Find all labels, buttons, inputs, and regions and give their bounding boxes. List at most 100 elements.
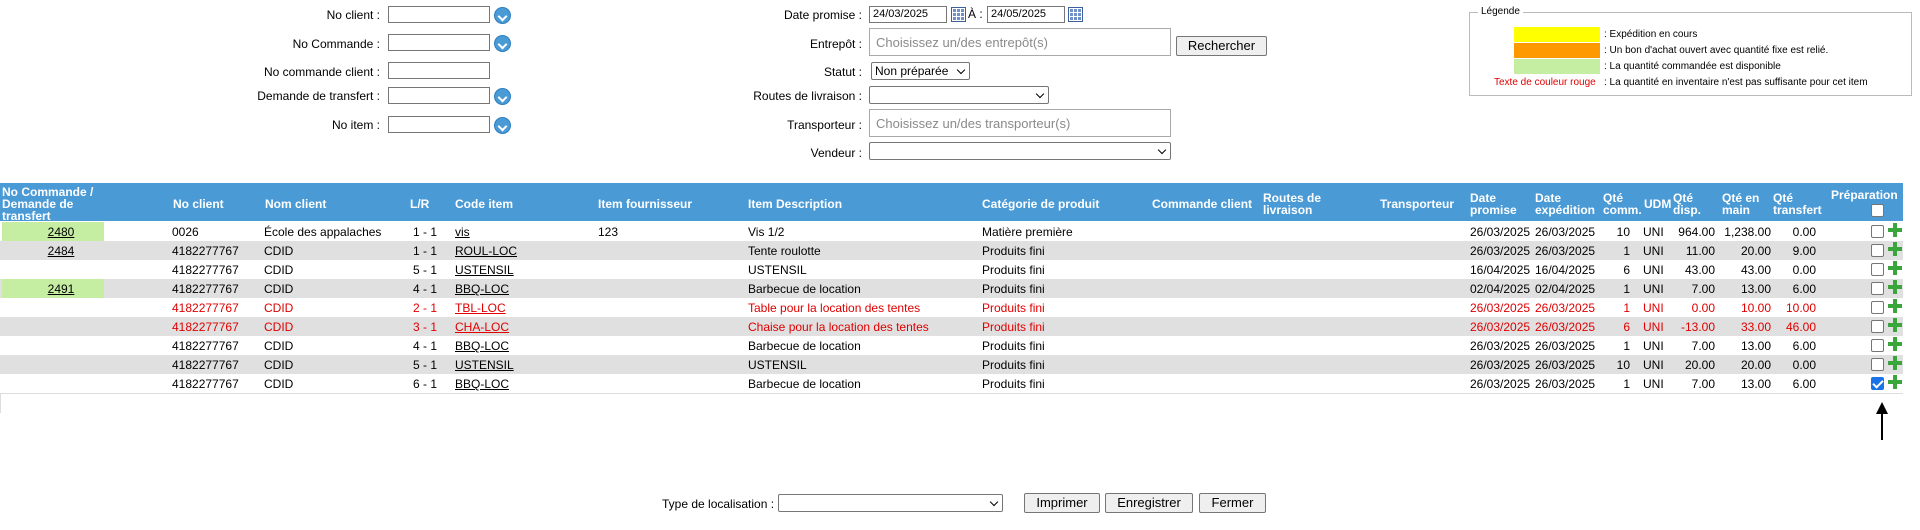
calendar-from-icon[interactable]: [951, 7, 966, 22]
routes-livraison-select[interactable]: [869, 86, 1049, 104]
no-commande-input[interactable]: [388, 34, 490, 51]
cell-no-client: 4182277767: [172, 377, 239, 391]
no-item-dropdown-icon[interactable]: [494, 117, 511, 134]
cell-categorie: Produits fini: [982, 263, 1045, 277]
cell-nom-client: CDID: [264, 263, 294, 277]
no-client-label: No client :: [326, 8, 380, 22]
cell-code-item[interactable]: USTENSIL: [455, 263, 514, 277]
add-icon[interactable]: [1888, 223, 1902, 237]
transporteur-multiselect[interactable]: Choisissez un/des transporteur(s): [869, 109, 1171, 137]
cell-code-item[interactable]: ROUL-LOC: [455, 244, 517, 258]
add-icon[interactable]: [1888, 299, 1902, 313]
th-item-fournisseur: Item fournisseur: [598, 197, 693, 211]
calendar-to-icon[interactable]: [1068, 7, 1083, 22]
entrepot-multiselect[interactable]: Choisissez un/des entrepôt(s): [869, 28, 1171, 56]
add-icon[interactable]: [1888, 337, 1902, 351]
fermer-button[interactable]: Fermer: [1199, 493, 1266, 513]
cell-qte-main: 20.00: [1740, 244, 1771, 258]
cell-nom-client: CDID: [264, 320, 294, 334]
preparation-checkbox[interactable]: [1871, 377, 1884, 390]
table-row: 2491 4182277767 CDID 4 - 1 BBQ-LOC Barbecue d…: [0, 279, 1903, 298]
preparation-checkbox[interactable]: [1871, 244, 1884, 257]
cell-date-expedition: 26/03/2025: [1535, 225, 1596, 239]
legend-green-swatch: [1514, 59, 1600, 74]
cell-code-item[interactable]: BBQ-LOC: [455, 377, 509, 391]
cell-qte-comm: 10: [1616, 358, 1630, 372]
vendeur-select[interactable]: [869, 142, 1171, 160]
cell-qte-transfert: 9.00: [1792, 244, 1816, 258]
table-row: 2480 0026 École des appalaches 1 - 1 vis 123 V…: [0, 222, 1903, 241]
statut-select[interactable]: Non préparée: [871, 62, 970, 80]
cell-lr: 6 - 1: [412, 377, 437, 391]
date-from-input[interactable]: 24/03/2025: [869, 6, 947, 23]
cell-qte-main: 13.00: [1740, 282, 1771, 296]
cell-categorie: Produits fini: [982, 301, 1045, 315]
cell-item-description: Barbecue de location: [748, 282, 861, 296]
no-commande-client-input[interactable]: [388, 62, 490, 79]
add-icon[interactable]: [1888, 375, 1902, 389]
add-icon[interactable]: [1888, 280, 1902, 294]
preparation-checkbox[interactable]: [1871, 339, 1884, 352]
th-date-promise-2: promise: [1470, 203, 1517, 217]
cell-date-promise: 26/03/2025: [1470, 244, 1531, 258]
cell-code-item[interactable]: BBQ-LOC: [455, 339, 509, 353]
cell-code-item[interactable]: vis: [455, 225, 470, 239]
cell-qte-transfert: 46.00: [1785, 320, 1816, 334]
preparation-checkbox[interactable]: [1871, 301, 1884, 314]
cell-code-item[interactable]: CHA-LOC: [455, 320, 509, 334]
no-commande-dropdown-icon[interactable]: [494, 35, 511, 52]
cell-code-item[interactable]: USTENSIL: [455, 358, 514, 372]
cell-date-expedition: 26/03/2025: [1535, 320, 1596, 334]
table-row: 4182277767 CDID 5 - 1 USTENSIL USTENSIL Produ…: [0, 355, 1903, 374]
order-link[interactable]: 2480: [2, 225, 120, 239]
cell-lr: 5 - 1: [412, 263, 437, 277]
cell-udm: UNI: [1643, 301, 1664, 315]
cell-nom-client: CDID: [264, 339, 294, 353]
enregistrer-button[interactable]: Enregistrer: [1105, 493, 1193, 513]
date-to-input[interactable]: 24/05/2025: [987, 6, 1065, 23]
cell-qte-disp: 11.00: [1685, 244, 1715, 258]
cell-no-client: 4182277767: [172, 339, 239, 353]
preparation-checkbox[interactable]: [1871, 320, 1884, 333]
no-client-input[interactable]: [388, 6, 490, 23]
type-localisation-select[interactable]: [778, 494, 1003, 512]
cell-date-promise: 26/03/2025: [1470, 225, 1531, 239]
routes-livraison-label: Routes de livraison :: [753, 89, 862, 103]
select-all-checkbox[interactable]: [1871, 204, 1884, 217]
demande-transfert-input[interactable]: [388, 87, 490, 104]
no-item-input[interactable]: [388, 116, 490, 133]
th-transporteur: Transporteur: [1380, 197, 1455, 211]
cell-code-item[interactable]: BBQ-LOC: [455, 282, 509, 296]
cell-qte-transfert: 0.00: [1792, 263, 1816, 277]
preparation-checkbox[interactable]: [1871, 263, 1884, 276]
table-row: 4182277767 CDID 2 - 1 TBL-LOC Table pour la …: [0, 298, 1903, 317]
cell-date-promise: 02/04/2025: [1470, 282, 1531, 296]
cell-item-description: Barbecue de location: [748, 339, 861, 353]
cell-udm: UNI: [1643, 339, 1664, 353]
add-icon[interactable]: [1888, 261, 1902, 275]
legend-red-label: Texte de couleur rouge: [1494, 77, 1596, 88]
th-code-item: Code item: [455, 197, 514, 211]
order-link[interactable]: 2484: [2, 244, 120, 258]
add-icon[interactable]: [1888, 242, 1902, 256]
cell-no-client: 0026: [172, 225, 199, 239]
th-lr: L/R: [410, 197, 430, 211]
cell-qte-disp: 964.00: [1678, 225, 1715, 239]
cell-date-expedition: 26/03/2025: [1535, 358, 1596, 372]
cell-item-fournisseur: 123: [598, 225, 619, 239]
rechercher-button[interactable]: Rechercher: [1176, 36, 1267, 56]
add-icon[interactable]: [1888, 356, 1902, 370]
preparation-checkbox[interactable]: [1871, 225, 1884, 238]
th-commande-client: Commande client: [1152, 197, 1253, 211]
legend-red-text: : La quantité en inventaire n'est pas su…: [1604, 77, 1868, 88]
cell-qte-comm: 6: [1623, 320, 1630, 334]
th-no-commande-3: transfert: [2, 209, 51, 223]
cell-code-item[interactable]: TBL-LOC: [455, 301, 506, 315]
preparation-checkbox[interactable]: [1871, 282, 1884, 295]
no-client-dropdown-icon[interactable]: [494, 7, 511, 24]
add-icon[interactable]: [1888, 318, 1902, 332]
order-link[interactable]: 2491: [2, 282, 120, 296]
preparation-checkbox[interactable]: [1871, 358, 1884, 371]
demande-transfert-dropdown-icon[interactable]: [494, 88, 511, 105]
imprimer-button[interactable]: Imprimer: [1024, 493, 1100, 513]
